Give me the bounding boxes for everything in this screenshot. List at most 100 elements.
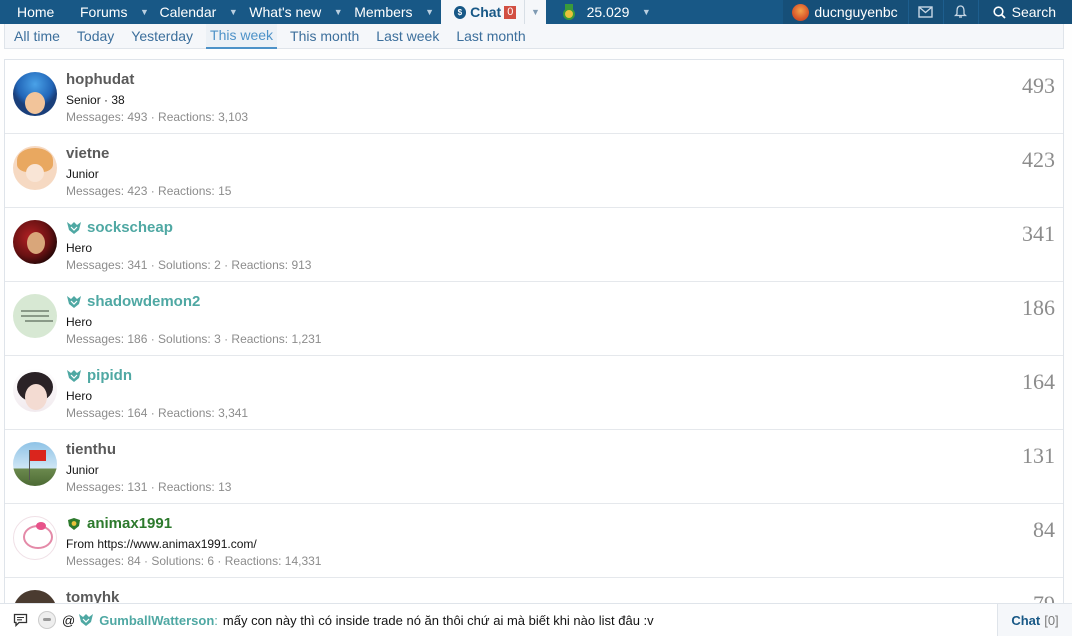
- nav-forums[interactable]: Forums ▼: [68, 0, 155, 24]
- member-list: hophudat Senior · 38 Messages: 493 · Rea…: [4, 59, 1064, 619]
- chat-bubble-icon: $: [453, 5, 467, 19]
- member-stats: Messages: 423 · Reactions: 15: [66, 184, 232, 198]
- nav-home-label: Home: [17, 4, 55, 20]
- chat-colon: :: [214, 612, 218, 628]
- member-message-count: 423: [1022, 147, 1055, 172]
- chevron-down-icon[interactable]: ▼: [524, 0, 545, 24]
- member-name[interactable]: pipidn: [66, 367, 132, 384]
- chevron-down-icon[interactable]: ▼: [133, 7, 155, 17]
- chat-count-badge: 0: [504, 5, 517, 19]
- chevron-down-icon[interactable]: ▼: [327, 7, 349, 17]
- chat-icon[interactable]: [13, 613, 28, 627]
- nav-members-label: Members: [354, 4, 413, 20]
- envelope-icon: [918, 6, 933, 18]
- nav-forums-label: Forums: [80, 4, 128, 20]
- points-value: 25.029: [586, 4, 630, 20]
- nav-whats-new[interactable]: What's new ▼: [244, 0, 349, 24]
- tab-yesterday[interactable]: Yesterday: [127, 24, 197, 49]
- member-message-count: 341: [1022, 221, 1055, 246]
- username-label: ducnguyenbc: [814, 4, 898, 20]
- tab-last-week[interactable]: Last week: [372, 24, 443, 49]
- nav-home[interactable]: Home: [0, 0, 68, 24]
- member-row: vietne Junior Messages: 423 · Reactions:…: [5, 134, 1063, 208]
- tab-all-time[interactable]: All time: [10, 24, 64, 49]
- hero-rank-icon: [67, 295, 81, 308]
- staff-shield-icon: [68, 517, 80, 530]
- chat-toggle-count: [0]: [1044, 613, 1059, 628]
- member-title: Hero: [66, 241, 93, 255]
- chevron-down-icon[interactable]: ▼: [419, 7, 441, 17]
- inbox-button[interactable]: [907, 0, 943, 24]
- chat-toggle-label: Chat: [1011, 613, 1041, 628]
- nav-user-menu[interactable]: ducnguyenbc: [783, 0, 908, 24]
- chevron-down-icon[interactable]: ▼: [222, 7, 244, 17]
- member-title: Junior: [66, 167, 99, 181]
- member-row: shadowdemon2 Hero Messages: 186 · Soluti…: [5, 282, 1063, 356]
- nav-chat[interactable]: $ Chat 0 ▼: [440, 0, 546, 24]
- member-stats: Messages: 186 · Solutions: 3 · Reactions…: [66, 332, 322, 346]
- medal-icon: [562, 4, 576, 20]
- hero-rank-icon: [67, 369, 81, 382]
- avatar[interactable]: [13, 294, 57, 338]
- member-stats: Messages: 341 · Solutions: 2 · Reactions…: [66, 258, 312, 272]
- tab-this-month[interactable]: This month: [286, 24, 363, 49]
- member-name[interactable]: animax1991: [66, 515, 172, 532]
- nav-chat-label: Chat: [470, 4, 502, 20]
- member-name[interactable]: hophudat: [66, 71, 134, 88]
- member-stats: Messages: 84 · Solutions: 6 · Reactions:…: [66, 554, 322, 568]
- member-title: Junior: [66, 463, 99, 477]
- period-filter-tabs: All time Today Yesterday This week This …: [4, 23, 1064, 49]
- member-message-count: 493: [1022, 73, 1055, 98]
- member-row: tienthu Junior Messages: 131 · Reactions…: [5, 430, 1063, 504]
- chat-at-sign: @: [62, 612, 76, 628]
- avatar[interactable]: [13, 516, 57, 560]
- tab-today[interactable]: Today: [73, 24, 118, 49]
- avatar[interactable]: [13, 442, 57, 486]
- tab-this-week[interactable]: This week: [206, 23, 278, 49]
- chat-sender-avatar[interactable]: [38, 611, 56, 629]
- avatar[interactable]: [13, 146, 57, 190]
- member-title: Senior · 38: [66, 93, 125, 107]
- member-stats: Messages: 164 · Reactions: 3,341: [66, 406, 249, 420]
- nav-whats-new-label: What's new: [249, 4, 322, 20]
- alerts-button[interactable]: [942, 0, 978, 24]
- member-message-count: 131: [1022, 443, 1055, 468]
- avatar[interactable]: [13, 368, 57, 412]
- member-name[interactable]: sockscheap: [66, 219, 173, 236]
- member-stats: Messages: 493 · Reactions: 3,103: [66, 110, 249, 124]
- top-navigation: Home Forums ▼ Calendar ▼ What's new ▼ Me…: [0, 0, 1072, 24]
- nav-calendar[interactable]: Calendar ▼: [155, 0, 244, 24]
- chevron-down-icon[interactable]: ▼: [635, 7, 657, 17]
- member-row: pipidn Hero Messages: 164 · Reactions: 3…: [5, 356, 1063, 430]
- avatar[interactable]: [13, 220, 57, 264]
- member-row: sockscheap Hero Messages: 341 · Solution…: [5, 208, 1063, 282]
- member-stats: Messages: 131 · Reactions: 13: [66, 480, 232, 494]
- member-message-count: 164: [1022, 369, 1055, 394]
- member-row: animax1991 From https://www.animax1991.c…: [5, 504, 1063, 578]
- hero-rank-icon: [79, 614, 94, 626]
- nav-members[interactable]: Members ▼: [349, 0, 440, 24]
- hero-rank-icon: [67, 221, 81, 234]
- member-message-count: 186: [1022, 295, 1055, 320]
- member-name[interactable]: tienthu: [66, 441, 116, 458]
- nav-calendar-label: Calendar: [159, 4, 217, 20]
- nav-points[interactable]: 25.029 ▼: [546, 0, 658, 24]
- chat-ticker-bar: @ GumballWatterson : mấy con này thì có …: [0, 603, 1072, 636]
- member-title: Hero: [66, 389, 93, 403]
- member-name[interactable]: shadowdemon2: [66, 293, 200, 310]
- member-title: From https://www.animax1991.com/: [66, 537, 257, 551]
- chat-mention[interactable]: GumballWatterson: [78, 613, 214, 628]
- avatar[interactable]: [13, 72, 57, 116]
- user-avatar: [792, 3, 810, 21]
- member-message-count: 84: [1033, 517, 1055, 542]
- member-title: Hero: [66, 315, 93, 329]
- search-button[interactable]: Search: [977, 0, 1072, 24]
- search-icon: [993, 5, 1006, 19]
- member-row: hophudat Senior · 38 Messages: 493 · Rea…: [5, 60, 1063, 134]
- open-chat-button[interactable]: Chat [0]: [997, 604, 1072, 636]
- search-label: Search: [1011, 4, 1056, 20]
- member-name[interactable]: vietne: [66, 145, 109, 162]
- tab-last-month[interactable]: Last month: [452, 24, 529, 49]
- bell-icon: [954, 5, 968, 18]
